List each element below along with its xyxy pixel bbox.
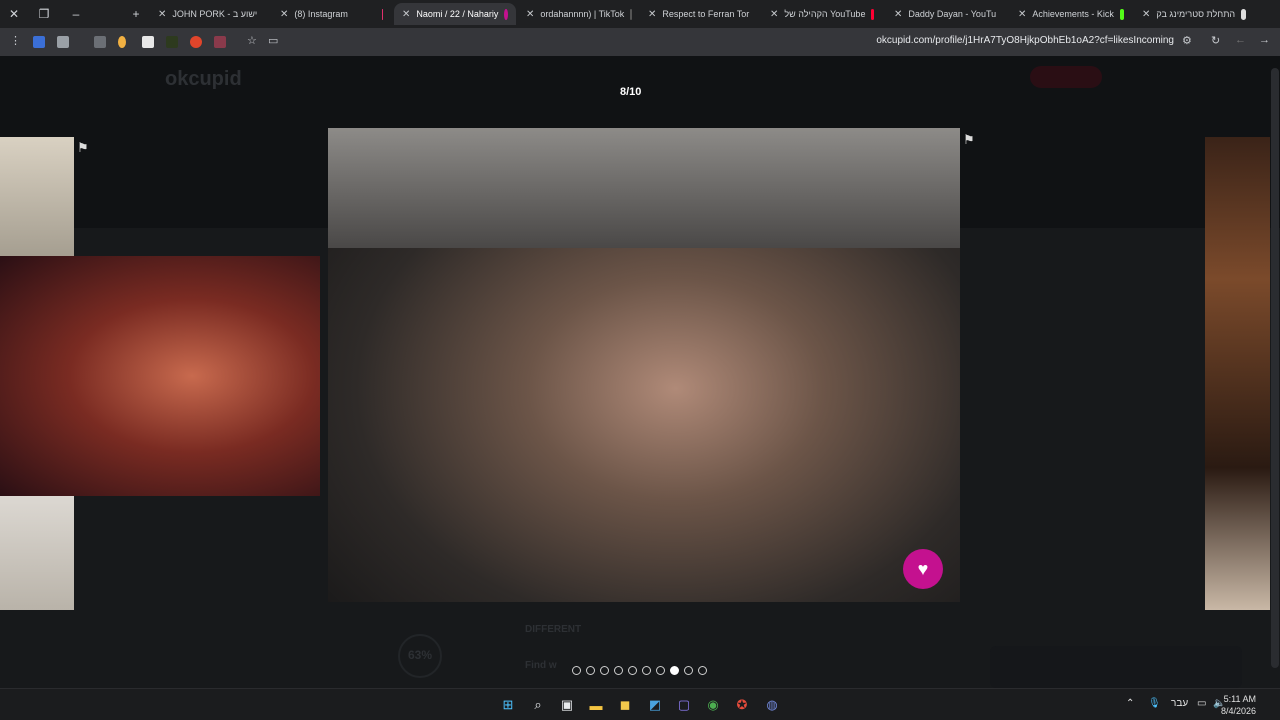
tab-kick[interactable]: ✕ Achievements - Kick [1010,3,1132,25]
previous-photo[interactable] [0,256,320,496]
tab-streaming[interactable]: ✕ התחלת סטרימינג בק [1134,3,1254,25]
flag-icon[interactable]: ⚑ [77,140,89,156]
tab-strip: ✕ ❐ – + ✕ JOHN PORK - ישוע ב ✕ (8) Insta… [0,0,1280,28]
next-photo[interactable] [1205,137,1270,610]
car-ceiling [328,128,960,248]
like-heart-button[interactable]: ♥ [903,549,943,589]
restore-icon[interactable]: ❐ [30,0,58,28]
pagination-dot[interactable] [698,666,707,675]
extension-icon[interactable] [94,36,106,48]
menu-icon[interactable]: ⋮ [10,34,21,47]
flag-icon[interactable]: ⚑ [963,132,975,148]
tab-close-icon[interactable]: ✕ [526,9,534,20]
okcupid-logo: okcupid [165,68,242,90]
section-label: DIFFERENT [525,624,582,635]
extension-icon[interactable] [142,36,154,48]
clock-time: 5:11 AM [1223,694,1256,704]
tab-close-icon[interactable]: ✕ [1018,9,1026,20]
okcupid-favicon [504,8,508,20]
kick-favicon [1119,8,1124,20]
pagination-dot[interactable] [642,666,651,675]
tray-chevron-icon[interactable]: ⌃ [1126,698,1134,709]
extension-icon[interactable] [214,36,226,48]
file-explorer-icon[interactable]: ▬ [586,695,606,715]
extension-icon[interactable] [166,36,178,48]
tab-john-pork[interactable]: ✕ JOHN PORK - ישוע ב [150,3,268,25]
windows-taskbar: ⊞ ⌕ ▣ ▬ ◼ ◩ ▢ ◉ ✪ ◍ ⌃ 🎙 עבר ▭ 🔈 5:11 AM … [0,688,1280,720]
microphone-icon[interactable]: 🎙 [1148,698,1161,709]
network-icon[interactable]: ▭ [1197,698,1206,709]
find-label: Find w [525,660,557,671]
extension-icon[interactable] [33,36,45,48]
tiktok-favicon [630,8,633,20]
tab-close-icon[interactable]: ✕ [894,9,902,20]
photo-counter: 8/10 [620,86,642,98]
tab-youtube-ferran[interactable]: ✕ Respect to Ferran Tor [640,3,758,25]
extension-icon[interactable] [118,36,126,48]
pagination-dot[interactable] [572,666,581,675]
pagination-dot[interactable] [586,666,595,675]
tab-close-icon[interactable]: ✕ [280,9,288,20]
store-icon[interactable]: ◼ [615,695,635,715]
address-bar[interactable]: okcupid.com/profile/j1HrA7TyO8HjkpObhEb1… [876,35,1174,46]
photos-icon[interactable]: ◩ [645,695,665,715]
pagination-dot-active[interactable] [670,666,679,675]
tab-youtube-community[interactable]: ✕ הקהילה של YouTube [762,3,882,25]
main-photo [328,128,960,602]
photo-pagination [572,666,707,675]
system-clock[interactable]: 5:11 AM 8/4/2026 [1221,693,1256,717]
heart-icon: ♥ [917,558,929,579]
language-indicator[interactable]: עבר [1171,698,1188,709]
back-icon[interactable]: ← [1235,34,1246,46]
pagination-dot[interactable] [656,666,665,675]
tab-tiktok[interactable]: ✕ ordahannnn) | TikTok [518,3,636,25]
discord-icon[interactable]: ◍ [762,695,782,715]
cast-icon[interactable]: ▭ [268,34,278,47]
reload-icon[interactable]: ↻ [1211,34,1220,47]
match-percent: 63% [408,648,433,662]
task-view-icon[interactable]: ▣ [557,695,577,715]
app-icon[interactable]: ✪ [732,695,752,715]
page-favicon [1241,8,1246,20]
tab-close-icon[interactable]: ✕ [770,9,778,20]
okcupid-page: okcupid DIFFERENT 63% Find w 8/10 ⚑ ⚑ ♥ [0,56,1280,688]
tab-youtube-daddy[interactable]: ✕ Daddy Dayan - YouTu [886,3,1006,25]
chrome-icon[interactable]: ◉ [703,695,723,715]
pagination-dot[interactable] [628,666,637,675]
pagination-dot[interactable] [614,666,623,675]
search-icon[interactable]: ⌕ [528,695,548,715]
extension-icon[interactable] [190,36,202,48]
pagination-dot[interactable] [684,666,693,675]
app-icon[interactable]: ▢ [674,695,694,715]
tab-close-icon[interactable]: ✕ [1142,9,1150,20]
new-tab-icon[interactable]: + [122,0,150,28]
minimize-icon[interactable]: – [62,0,90,28]
pagination-dot[interactable] [600,666,609,675]
background-button [1030,66,1102,88]
tab-close-icon[interactable]: ✕ [402,9,410,20]
previous-photo-bottom[interactable] [0,496,74,610]
site-settings-icon[interactable]: ⚙ [1182,34,1192,47]
tab-instagram[interactable]: ✕ (8) Instagram [272,3,390,25]
tab-okcupid[interactable]: ✕ Naomi / 22 / Nahariy [394,3,516,25]
background-card [990,646,1242,688]
tab-close-icon[interactable]: ✕ [648,9,656,20]
extension-icon[interactable] [57,36,69,48]
tab-close-icon[interactable]: ✕ [158,9,166,20]
youtube-favicon [871,8,874,20]
star-icon[interactable]: ☆ [247,34,257,47]
windows-icon[interactable]: ⊞ [498,695,518,715]
page-scrollbar[interactable] [1271,68,1279,668]
close-window-icon[interactable]: ✕ [0,0,28,28]
previous-photo-top[interactable] [0,137,74,257]
clock-date: 8/4/2026 [1220,706,1256,716]
forward-icon[interactable]: → [1259,34,1270,46]
